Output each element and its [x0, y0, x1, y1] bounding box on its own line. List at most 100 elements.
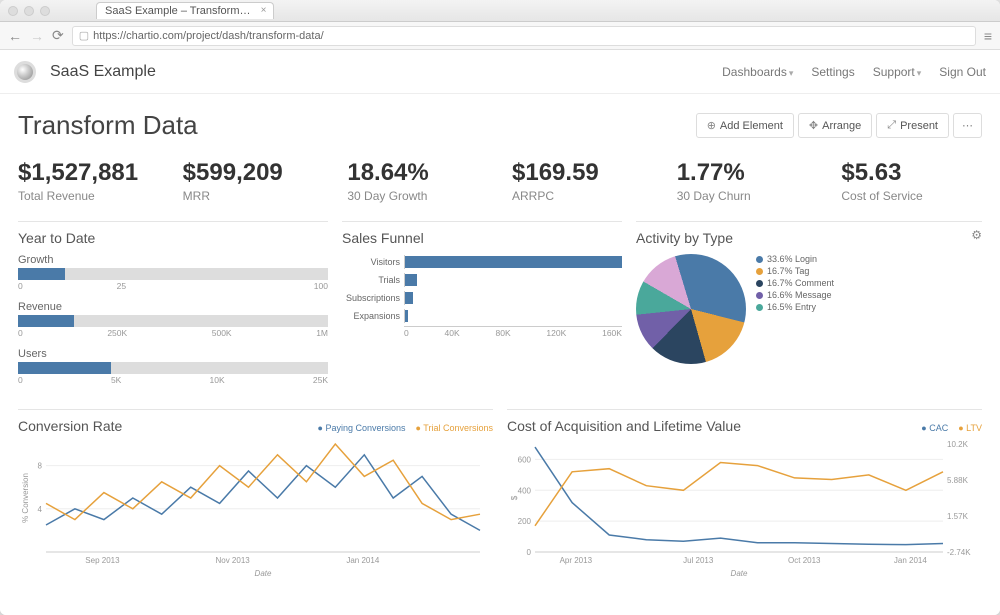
forward-icon[interactable]: → — [30, 28, 44, 44]
url-text: https://chartio.com/project/dash/transfo… — [93, 30, 324, 42]
panel-title: Cost of Acquisition and Lifetime Value — [507, 418, 741, 434]
kpi-mrr: $599,209MRR — [183, 159, 324, 203]
legend-paying: Paying Conversions — [318, 423, 406, 433]
kpi-growth: 18.64%30 Day Growth — [347, 159, 488, 203]
move-icon: ✥ — [809, 119, 818, 132]
nav-settings[interactable]: Settings — [811, 65, 854, 79]
svg-text:Jan 2014: Jan 2014 — [894, 556, 927, 565]
legend-dot-icon — [756, 268, 763, 275]
logo-icon — [14, 61, 36, 83]
funnel-row: Expansions — [342, 308, 622, 324]
svg-text:% Conversion: % Conversion — [21, 473, 30, 523]
arrange-button[interactable]: ✥Arrange — [798, 113, 872, 138]
kpi-total-revenue: $1,527,881Total Revenue — [18, 159, 159, 203]
page-icon: ▢ — [79, 29, 89, 42]
funnel-label: Expansions — [342, 311, 404, 321]
svg-text:600: 600 — [518, 455, 532, 464]
chevron-down-icon: ▾ — [789, 68, 794, 78]
progress-track — [18, 315, 328, 327]
ytd-label: Revenue — [18, 301, 328, 313]
url-input[interactable]: ▢ https://chartio.com/project/dash/trans… — [72, 26, 976, 46]
kpi-row: $1,527,881Total Revenue $599,209MRR 18.6… — [0, 149, 1000, 221]
nav-support[interactable]: Support▾ — [873, 65, 922, 79]
pie-chart — [636, 254, 746, 364]
svg-text:10.2K: 10.2K — [947, 440, 969, 449]
funnel-axis: 040K80K120K160K — [404, 326, 622, 338]
funnel-label: Visitors — [342, 257, 404, 267]
ellipsis-icon: ⋯ — [962, 119, 973, 132]
close-tab-icon[interactable]: × — [261, 5, 267, 16]
browser-tab[interactable]: SaaS Example – Transform… × — [96, 2, 274, 19]
page-content: SaaS Example Dashboards▾ Settings Suppor… — [0, 50, 1000, 615]
chevron-down-icon: ▾ — [917, 68, 922, 78]
legend-item: 16.7% Tag — [756, 266, 834, 276]
legend-dot-icon — [756, 256, 763, 263]
legend-dot-icon — [756, 304, 763, 311]
window-zoom-icon[interactable] — [40, 6, 50, 16]
page-title: Transform Data — [18, 110, 198, 141]
conversion-chart: 48Sep 2013Nov 2013Jan 2014Date% Conversi… — [18, 438, 488, 578]
reload-icon[interactable]: ⟳ — [52, 27, 64, 44]
gear-icon[interactable]: ⚙ — [971, 228, 982, 242]
legend-label: 33.6% Login — [767, 254, 817, 264]
browser-window: SaaS Example – Transform… × ← → ⟳ ▢ http… — [0, 0, 1000, 615]
legend-item: 16.5% Entry — [756, 302, 834, 312]
legend-label: 16.7% Comment — [767, 278, 834, 288]
panel-sales-funnel: Sales Funnel VisitorsTrialsSubscriptions… — [342, 221, 622, 395]
browser-menu-icon[interactable]: ≡ — [984, 28, 992, 44]
svg-text:Jan 2014: Jan 2014 — [346, 556, 379, 565]
legend-label: 16.7% Tag — [767, 266, 809, 276]
present-button[interactable]: ⤢Present — [876, 113, 949, 138]
progress-track — [18, 362, 328, 374]
svg-text:5.88K: 5.88K — [947, 476, 969, 485]
cac-ltv-chart: 0200400600-2.74K1.57K5.88K10.2KApr 2013J… — [507, 438, 977, 578]
legend-label: 16.5% Entry — [767, 302, 816, 312]
pie-legend: 33.6% Login 16.7% Tag 16.7% Comment 16.6% M… — [756, 254, 834, 364]
svg-text:0: 0 — [527, 548, 532, 557]
panel-title: Conversion Rate — [18, 418, 122, 434]
svg-text:Jul 2013: Jul 2013 — [683, 556, 714, 565]
funnel-row: Subscriptions — [342, 290, 622, 306]
add-element-button[interactable]: ⊕Add Element — [696, 113, 794, 138]
expand-icon: ⤢ — [887, 119, 896, 132]
svg-text:-2.74K: -2.74K — [947, 548, 971, 557]
back-icon[interactable]: ← — [8, 28, 22, 44]
svg-text:Sep 2013: Sep 2013 — [85, 556, 120, 565]
window-close-icon[interactable] — [8, 6, 18, 16]
kpi-cost: $5.63Cost of Service — [841, 159, 982, 203]
more-button[interactable]: ⋯ — [953, 113, 982, 138]
kpi-arrpc: $169.59ARRPC — [512, 159, 653, 203]
panel-title: Activity by Type — [636, 230, 982, 246]
page-header-row: Transform Data ⊕Add Element ✥Arrange ⤢Pr… — [0, 94, 1000, 149]
tab-title: SaaS Example – Transform… — [105, 5, 251, 17]
progress-fill — [18, 362, 111, 374]
svg-text:Nov 2013: Nov 2013 — [215, 556, 250, 565]
legend-cac: CAC — [921, 423, 948, 433]
svg-text:400: 400 — [518, 486, 532, 495]
funnel-bar — [405, 292, 413, 304]
svg-text:$: $ — [510, 495, 519, 500]
app-header: SaaS Example Dashboards▾ Settings Suppor… — [0, 50, 1000, 94]
panel-conversion-rate: Conversion Rate Paying Conversions Trial… — [18, 409, 493, 578]
browser-toolbar: ← → ⟳ ▢ https://chartio.com/project/dash… — [0, 22, 1000, 50]
plus-circle-icon: ⊕ — [707, 119, 716, 132]
tick-row: 025100 — [18, 281, 328, 291]
nav-dashboards[interactable]: Dashboards▾ — [722, 65, 793, 79]
svg-text:8: 8 — [38, 462, 43, 471]
legend-dot-icon — [756, 292, 763, 299]
legend-dot-icon — [756, 280, 763, 287]
ytd-row: Growth025100 — [18, 254, 328, 291]
panel-activity-by-type: Activity by Type ⚙ 33.6% Login 16.7% Tag 1… — [636, 221, 982, 395]
funnel-label: Trials — [342, 275, 404, 285]
progress-fill — [18, 268, 65, 280]
svg-text:Apr 2013: Apr 2013 — [560, 556, 593, 565]
svg-text:200: 200 — [518, 517, 532, 526]
window-minimize-icon[interactable] — [24, 6, 34, 16]
nav-signout[interactable]: Sign Out — [939, 65, 986, 79]
legend-label: 16.6% Message — [767, 290, 832, 300]
ytd-row: Revenue0250K500K1M — [18, 301, 328, 338]
brand-name: SaaS Example — [50, 63, 156, 81]
funnel-row: Visitors — [342, 254, 622, 270]
progress-track — [18, 268, 328, 280]
legend-item: 16.6% Message — [756, 290, 834, 300]
